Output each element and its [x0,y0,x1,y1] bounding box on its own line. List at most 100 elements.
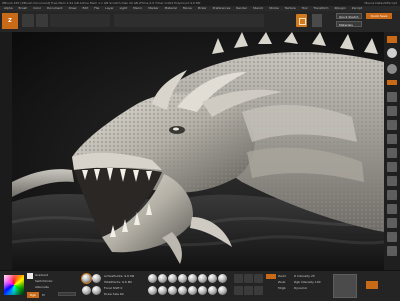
material-10-icon[interactable] [158,286,167,295]
right-tray-top-button[interactable] [387,36,397,43]
alpha-03-icon[interactable] [254,286,263,295]
menu-edit[interactable]: Edit [82,6,88,10]
stroke-freehand-icon[interactable] [254,274,263,283]
material-16-icon[interactable] [218,286,227,295]
total-points-label: TotalPoints: 9.6 Mil [104,280,132,284]
toolbar-status-area [114,14,264,27]
local-icon[interactable] [387,176,397,186]
menu-alpha[interactable]: Alpha [4,6,13,10]
tool-thumbnail-icon[interactable] [387,48,397,58]
gradient-label[interactable]: Gradient [35,273,48,277]
menu-document[interactable]: Document [47,6,63,10]
material-11-icon[interactable] [168,286,177,295]
menu-stencil[interactable]: Stencil [253,6,263,10]
mrgb-label[interactable]: Mrgb [278,286,286,290]
z-intensity-label[interactable]: Z Intensity 25 [294,274,315,278]
brush-clay-icon[interactable] [82,286,91,295]
material-7-icon[interactable] [208,274,217,283]
menu-preferences[interactable]: Preferences [213,6,231,10]
main-color-swatch[interactable] [27,273,33,279]
active-points-label: ActivePoints: 9.6 Mil [104,274,135,278]
toolbar-blank-area [50,14,110,27]
zoom-icon[interactable] [387,106,397,116]
alternate-label[interactable]: Alternate [35,285,49,289]
stroke-drag-icon[interactable] [244,274,253,283]
menu-transform[interactable]: Transform [314,6,329,10]
material-5-icon[interactable] [188,274,197,283]
bottom-orange-button[interactable] [366,281,378,289]
brush-standard-icon[interactable] [82,274,91,283]
focal-shift-label[interactable]: Focal Shift 0 [104,286,122,290]
color-picker[interactable] [4,275,24,295]
floor-icon[interactable] [387,162,397,172]
draw-size-label[interactable]: Draw Size 64 [104,292,124,296]
lightbox-button[interactable] [36,14,48,27]
scale-icon[interactable] [387,232,397,242]
edit-mode-icon[interactable] [296,14,307,27]
material-9-icon[interactable] [148,286,157,295]
texture-preview[interactable] [333,274,357,298]
material-6-icon[interactable] [198,274,207,283]
quick-sketch-dropdown[interactable]: Quick Sketch [336,13,362,19]
quick-save-button[interactable]: Quick Save [366,13,392,19]
subtool-thumbnail-icon[interactable] [387,64,397,74]
menu-texture[interactable]: Texture [285,6,296,10]
material-4-icon[interactable] [178,274,187,283]
draw-mode-button[interactable] [312,14,322,27]
left-shelf [0,32,12,270]
rgb-toggle[interactable]: Rgb [27,292,39,298]
alpha-01-icon[interactable] [234,286,243,295]
zadd-label[interactable]: Zadd [278,274,286,278]
menu-material[interactable]: Material [165,6,177,10]
material-8-icon[interactable] [218,274,227,283]
zsub-label[interactable]: Zsub [278,280,285,284]
material-1-icon[interactable] [148,274,157,283]
xyz-icon[interactable] [387,190,397,200]
m-toggle[interactable]: M [42,293,45,297]
material-15-icon[interactable] [208,286,217,295]
switch-color-label[interactable]: SwitchColor [35,279,53,283]
menu-color[interactable]: Color [33,6,41,10]
menu-draw[interactable]: Draw [69,6,77,10]
material-2-icon[interactable] [158,274,167,283]
rgb-intensity-label[interactable]: Rgb Intensity 100 [294,280,321,284]
scroll-icon[interactable] [387,92,397,102]
menu-brush[interactable]: Brush [19,6,28,10]
material-13-icon[interactable] [188,286,197,295]
menu-tool[interactable]: Tool [302,6,308,10]
dynamic-label[interactable]: Dynamic [294,286,307,290]
projection-master-button[interactable] [22,14,34,27]
material-3-icon[interactable] [168,274,177,283]
menu-file[interactable]: File [94,6,99,10]
menu-layer[interactable]: Layer [105,6,113,10]
rgb-intensity-slider[interactable] [58,292,76,296]
brush-move-icon[interactable] [92,274,101,283]
viewport-canvas[interactable] [12,32,384,270]
frame-icon[interactable] [387,204,397,214]
menu-zscript[interactable]: Zscript [352,6,362,10]
menu-movie[interactable]: Movie [183,6,192,10]
menu-stroke[interactable]: Stroke [269,6,279,10]
dragon-sculpt-render [12,32,384,270]
top-toolbar: Z Quick Sketch Materials Quick Save [0,11,400,33]
material-14-icon[interactable] [198,286,207,295]
alpha-02-icon[interactable] [244,286,253,295]
menu-render[interactable]: Render [236,6,247,10]
zadd-toggle[interactable] [266,274,276,279]
aahalf-icon[interactable] [387,134,397,144]
materials-dropdown[interactable]: Materials [336,21,362,27]
menu-picker[interactable]: Picker [198,6,207,10]
brush-dam-icon[interactable] [92,286,101,295]
actual-icon[interactable] [387,120,397,130]
menu-light[interactable]: Light [120,6,128,10]
menu-macro[interactable]: Macro [133,6,142,10]
rotate-icon[interactable] [387,246,397,256]
right-tray-orange-button[interactable] [387,80,397,85]
menu-zplugin[interactable]: Zplugin [334,6,345,10]
stroke-dots-icon[interactable] [234,274,243,283]
zbrush-logo: Z [2,13,18,29]
persp-icon[interactable] [387,148,397,158]
menu-marker[interactable]: Marker [148,6,158,10]
material-12-icon[interactable] [178,286,187,295]
move-icon[interactable] [387,218,397,228]
